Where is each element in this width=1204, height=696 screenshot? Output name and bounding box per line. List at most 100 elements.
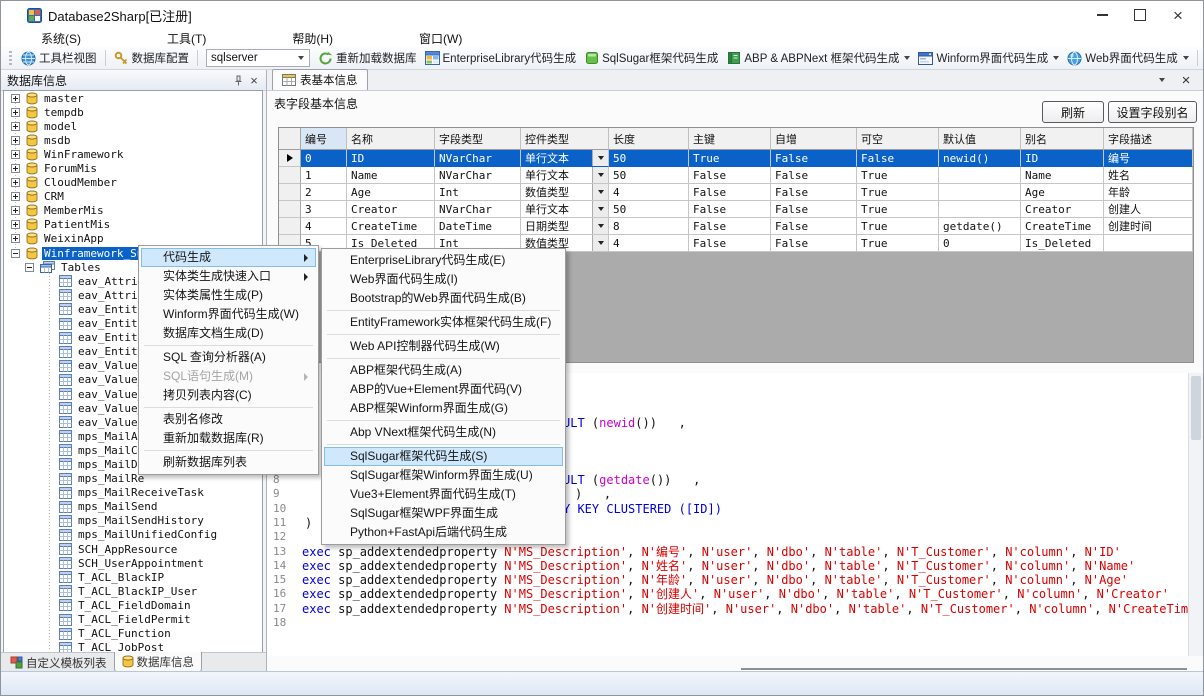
grid-cell[interactable] xyxy=(939,201,1021,218)
grid-cell[interactable]: 0 xyxy=(939,235,1021,252)
grid-cell[interactable]: 单行文本 xyxy=(521,167,609,184)
expand-icon[interactable] xyxy=(11,108,20,117)
grid-cell[interactable]: 4 xyxy=(609,184,689,201)
grid-cell[interactable]: CreateTime xyxy=(1021,218,1104,235)
grid-cell[interactable]: 1 xyxy=(301,167,347,184)
row-selector-cell[interactable] xyxy=(279,150,301,167)
grid-cell[interactable]: False xyxy=(689,218,771,235)
grid-cell[interactable]: Creator xyxy=(347,201,435,218)
grid-cell[interactable]: False xyxy=(857,150,939,167)
menu-item-0[interactable]: 代码生成 xyxy=(141,248,316,267)
database-type-combobox[interactable]: sqlserver xyxy=(206,49,310,67)
grid-cell[interactable]: 日期类型 xyxy=(521,218,609,235)
toolbar-button-7[interactable]: SqlSugar框架代码生成 xyxy=(581,48,721,68)
grid-cell[interactable]: CreateTime xyxy=(347,218,435,235)
grid-cell[interactable]: 2 xyxy=(301,184,347,201)
table-row[interactable]: 1NameNVarChar单行文本50FalseFalseTrueName姓名 xyxy=(279,167,1193,184)
grid-cell[interactable]: DateTime xyxy=(435,218,521,235)
tree-item[interactable]: T_ACL_Function xyxy=(4,627,262,641)
menu-item-11[interactable]: 重新加载数据库(R) xyxy=(141,429,316,448)
column-header[interactable]: 名称 xyxy=(347,128,435,150)
tree-item[interactable]: T_ACL_FieldDomain xyxy=(4,598,262,612)
grid-cell[interactable]: NVarChar xyxy=(435,167,521,184)
tab-custom-template-list[interactable]: 自定义模板列表 xyxy=(3,653,114,672)
tab-database-info[interactable]: 数据库信息 xyxy=(114,652,203,672)
grid-cell[interactable]: 创建时间 xyxy=(1104,218,1193,235)
grid-cell[interactable]: False xyxy=(689,184,771,201)
collapse-icon[interactable] xyxy=(25,263,34,272)
grid-cell[interactable]: newid() xyxy=(939,150,1021,167)
grid-cell[interactable]: Age xyxy=(1021,184,1104,201)
menubar-item-3[interactable]: 窗口(W) xyxy=(419,30,462,47)
column-header[interactable]: 字段类型 xyxy=(435,128,521,150)
tab-table-basic-info[interactable]: 表基本信息 xyxy=(272,69,368,90)
menu-item-6[interactable]: SQL 查询分析器(A) xyxy=(141,348,316,367)
collapse-icon[interactable] xyxy=(11,249,20,258)
grid-cell[interactable]: 姓名 xyxy=(1104,167,1193,184)
tree-item[interactable]: mps_MailReceiveTask xyxy=(4,486,262,500)
grid-cell[interactable] xyxy=(939,167,1021,184)
expand-icon[interactable] xyxy=(11,122,20,131)
pin-icon[interactable] xyxy=(230,72,246,88)
menu-item-6[interactable]: Web API控制器代码生成(W) xyxy=(324,337,563,356)
tree-item[interactable]: PatientMis xyxy=(4,218,262,232)
grid-cell[interactable] xyxy=(939,184,1021,201)
grid-cell[interactable]: 创建人 xyxy=(1104,201,1193,218)
close-button[interactable]: × xyxy=(1159,1,1197,29)
grid-cell[interactable]: 50 xyxy=(609,167,689,184)
expand-icon[interactable] xyxy=(11,136,20,145)
toolbar-button-9[interactable]: Winform界面代码生成 xyxy=(915,48,1062,68)
grid-cell[interactable]: getdate() xyxy=(939,218,1021,235)
grid-cell[interactable]: 8 xyxy=(609,218,689,235)
combobox-dropdown-icon[interactable] xyxy=(592,167,608,183)
combobox-dropdown-icon[interactable] xyxy=(592,201,608,217)
tree-item[interactable]: master xyxy=(4,91,262,105)
grid-cell[interactable]: True xyxy=(857,167,939,184)
toolbar-button-5[interactable]: 重新加载数据库 xyxy=(315,48,420,68)
expand-icon[interactable] xyxy=(11,206,20,215)
menu-item-12[interactable]: Abp VNext框架代码生成(N) xyxy=(324,423,563,442)
column-header[interactable]: 长度 xyxy=(609,128,689,150)
toolbar-button-2[interactable]: 数据库配置 xyxy=(111,48,193,68)
menu-item-10[interactable]: ABP框架Winform界面生成(G) xyxy=(324,399,563,418)
column-header[interactable]: 默认值 xyxy=(939,128,1021,150)
column-header[interactable]: 别名 xyxy=(1021,128,1104,150)
menu-item-0[interactable]: EnterpriseLibrary代码生成(E) xyxy=(324,251,563,270)
column-header[interactable]: 字段描述 xyxy=(1104,128,1193,150)
expand-icon[interactable] xyxy=(11,94,20,103)
set-field-alias-button[interactable]: 设置字段别名 xyxy=(1108,101,1197,123)
grid-cell[interactable]: True xyxy=(857,235,939,252)
grid-cell[interactable]: 50 xyxy=(609,150,689,167)
tree-item[interactable]: T_ACL_BlackIP xyxy=(4,570,262,584)
menu-item-4[interactable]: 数据库文档生成(D) xyxy=(141,324,316,343)
grid-cell[interactable]: Int xyxy=(435,184,521,201)
tree-item[interactable]: WinFramework xyxy=(4,147,262,161)
grid-cell[interactable]: 0 xyxy=(301,150,347,167)
grid-cell[interactable]: NVarChar xyxy=(435,150,521,167)
menu-item-16[interactable]: Vue3+Element界面代码生成(T) xyxy=(324,485,563,504)
grid-cell[interactable]: ID xyxy=(347,150,435,167)
tree-item[interactable]: MemberMis xyxy=(4,204,262,218)
grid-cell[interactable]: True xyxy=(689,150,771,167)
menu-item-18[interactable]: Python+FastApi后端代码生成 xyxy=(324,523,563,542)
panel-close-icon[interactable]: × xyxy=(246,72,262,88)
tree-item[interactable]: model xyxy=(4,119,262,133)
expand-icon[interactable] xyxy=(11,164,20,173)
expand-icon[interactable] xyxy=(11,150,20,159)
grid-cell[interactable]: True xyxy=(857,184,939,201)
menubar-item-0[interactable]: 系统(S) xyxy=(41,30,81,47)
grid-cell[interactable]: True xyxy=(857,218,939,235)
code-horizontal-scrollbar[interactable] xyxy=(741,668,1187,670)
tree-item[interactable]: T_ACL_BlackIP_User xyxy=(4,584,262,598)
menu-item-8[interactable]: ABP框架代码生成(A) xyxy=(324,361,563,380)
grid-cell[interactable]: False xyxy=(771,150,857,167)
grid-cell[interactable]: False xyxy=(689,235,771,252)
menu-item-1[interactable]: 实体类生成快速入口 xyxy=(141,267,316,286)
grid-cell[interactable]: 编号 xyxy=(1104,150,1193,167)
grid-cell[interactable]: Age xyxy=(347,184,435,201)
table-row[interactable]: 3CreatorNVarChar单行文本50FalseFalseTrueCrea… xyxy=(279,201,1193,218)
tree-item[interactable]: T_ACL_FieldPermit xyxy=(4,612,262,626)
grid-cell[interactable]: False xyxy=(689,167,771,184)
minimize-button[interactable] xyxy=(1083,1,1121,29)
menu-item-4[interactable]: EntityFramework实体框架代码生成(F) xyxy=(324,313,563,332)
